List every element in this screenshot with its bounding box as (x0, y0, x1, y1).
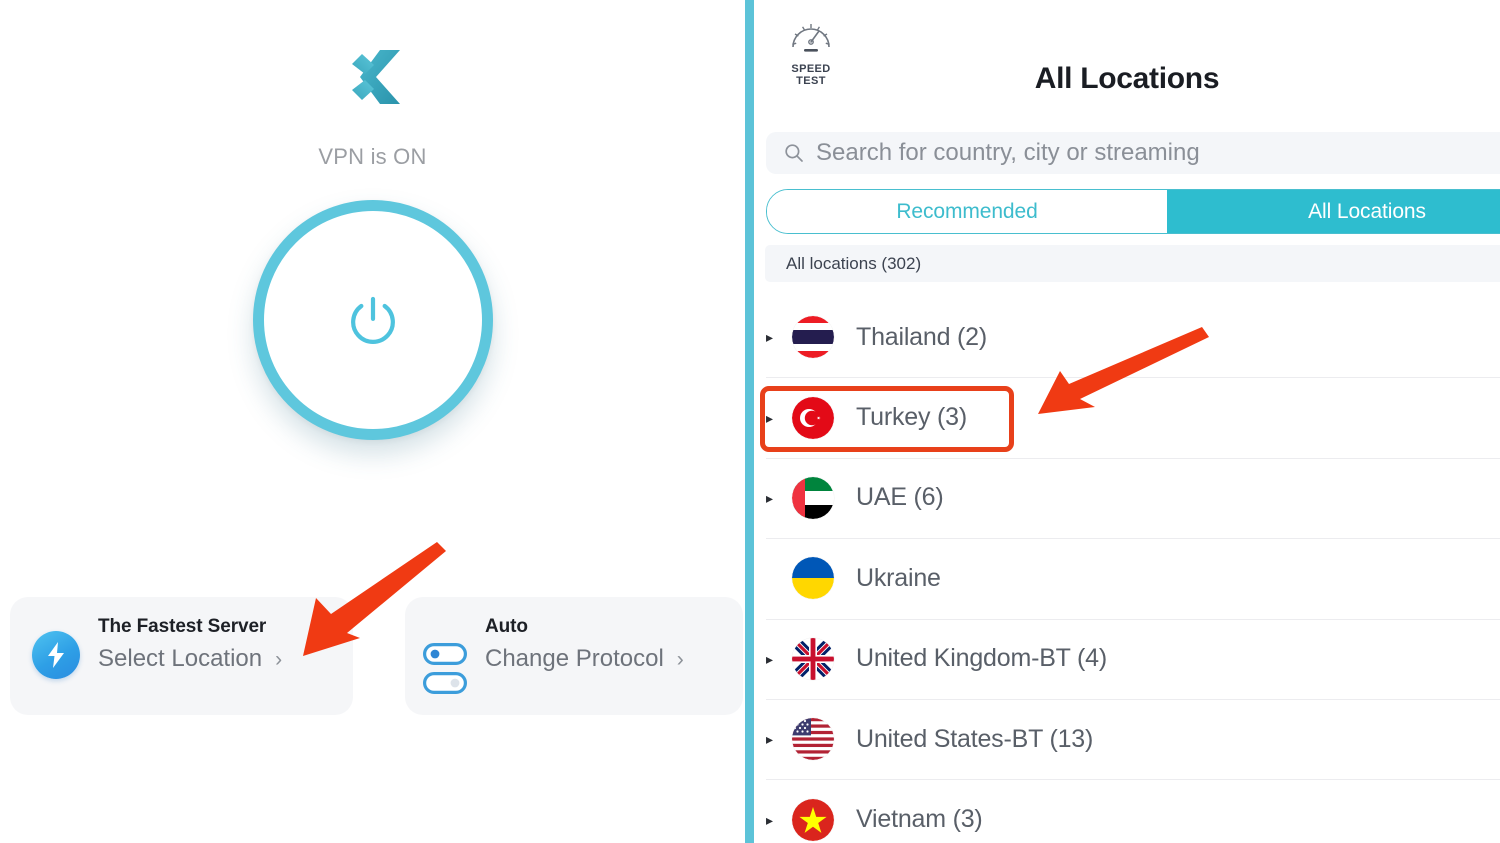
toggle-on-icon (423, 643, 467, 665)
list-item[interactable]: ▸ Vietnam (3) (754, 779, 1500, 843)
flag-turkey-icon (792, 396, 834, 439)
toggle-off-icon (423, 672, 467, 694)
list-item-label: United Kingdom-BT (4) (856, 644, 1108, 673)
protocol-icon-wrap (423, 631, 467, 694)
chevron-right-icon: › (275, 647, 283, 671)
list-item-label: Turkey (3) (856, 403, 967, 432)
change-protocol-label: Change Protocol (485, 644, 664, 672)
vpn-status-text: VPN is ON (318, 144, 427, 169)
list-item[interactable]: ▸ Thailand (2) (754, 297, 1500, 377)
vpn-main-panel: VPN is ON The Fastest Server Select Loca… (0, 0, 745, 843)
flag-vietnam-icon (792, 798, 834, 841)
flag-united-states-icon (792, 718, 834, 761)
vpn-app-window: VPN is ON The Fastest Server Select Loca… (0, 0, 1500, 843)
tab-recommended[interactable]: Recommended (767, 190, 1167, 233)
bottom-cards: The Fastest Server Select Location › Aut… (10, 597, 743, 715)
list-item-label: Vietnam (3) (856, 805, 983, 834)
list-item[interactable]: ▸ (754, 698, 1500, 779)
speedometer-icon (792, 24, 830, 52)
panel-divider (745, 0, 754, 843)
list-item-label: Thailand (2) (856, 322, 987, 351)
protocol-toggles-icon (423, 643, 467, 694)
select-location-row[interactable]: Select Location › (98, 644, 283, 672)
locations-panel: SPEED TEST All Locations Recommended All… (754, 0, 1500, 843)
flag-united-kingdom-icon (792, 637, 834, 680)
chevron-right-icon: › (676, 647, 684, 671)
list-item[interactable]: ▸ (754, 618, 1500, 699)
list-item-label: United States-BT (13) (856, 724, 1094, 753)
change-protocol-card[interactable]: Auto Change Protocol › (405, 597, 743, 715)
search-box[interactable] (766, 132, 1500, 174)
x-logo-icon (351, 50, 400, 104)
list-item-label: Ukraine (856, 563, 941, 592)
list-item[interactable]: ▸ Ukraine (754, 538, 1500, 618)
expand-caret-icon[interactable]: ▸ (766, 652, 792, 666)
protocol-title: Auto (485, 616, 528, 637)
locations-header: SPEED TEST All Locations (754, 0, 1500, 122)
search-icon (785, 144, 803, 162)
list-item[interactable]: ▸ Turkey (3) (754, 377, 1500, 457)
locations-list: ▸ Thailand (2) ▸ Turkey (3) ▸ UAE (6) Uk… (754, 297, 1500, 843)
power-icon (350, 296, 395, 344)
location-tabs: Recommended All Locations (766, 189, 1500, 234)
all-locations-count: All locations (302) (765, 245, 1500, 282)
select-location-label: Select Location (98, 644, 263, 672)
select-location-text: The Fastest Server Select Location › (98, 616, 283, 672)
select-location-card[interactable]: The Fastest Server Select Location › (10, 597, 353, 715)
fastest-server-icon-wrap (32, 631, 80, 679)
expand-caret-icon[interactable]: ▸ (766, 732, 792, 746)
change-protocol-row[interactable]: Change Protocol › (485, 644, 684, 672)
expand-caret-icon[interactable]: ▸ (766, 411, 792, 425)
flag-thailand-icon (792, 316, 834, 359)
fastest-server-title: The Fastest Server (98, 616, 267, 637)
expand-caret-icon[interactable]: ▸ (766, 491, 792, 505)
flag-ukraine-icon (792, 557, 834, 600)
change-protocol-text: Auto Change Protocol › (485, 616, 684, 672)
app-logo (0, 46, 745, 108)
power-button[interactable] (252, 200, 493, 440)
list-item[interactable]: ▸ UAE (6) (754, 457, 1500, 538)
page-title: All Locations (1034, 62, 1220, 95)
expand-caret-icon[interactable]: ▸ (766, 813, 792, 827)
bolt-glyph (48, 642, 64, 668)
tab-all-locations[interactable]: All Locations (1167, 190, 1500, 233)
expand-caret-icon[interactable]: ▸ (766, 330, 792, 344)
power-button-wrap (0, 200, 745, 440)
list-item-label: UAE (6) (856, 483, 944, 512)
search-input[interactable] (814, 138, 1500, 168)
flag-uae-icon (792, 476, 834, 519)
lightning-bolt-icon (32, 631, 80, 679)
